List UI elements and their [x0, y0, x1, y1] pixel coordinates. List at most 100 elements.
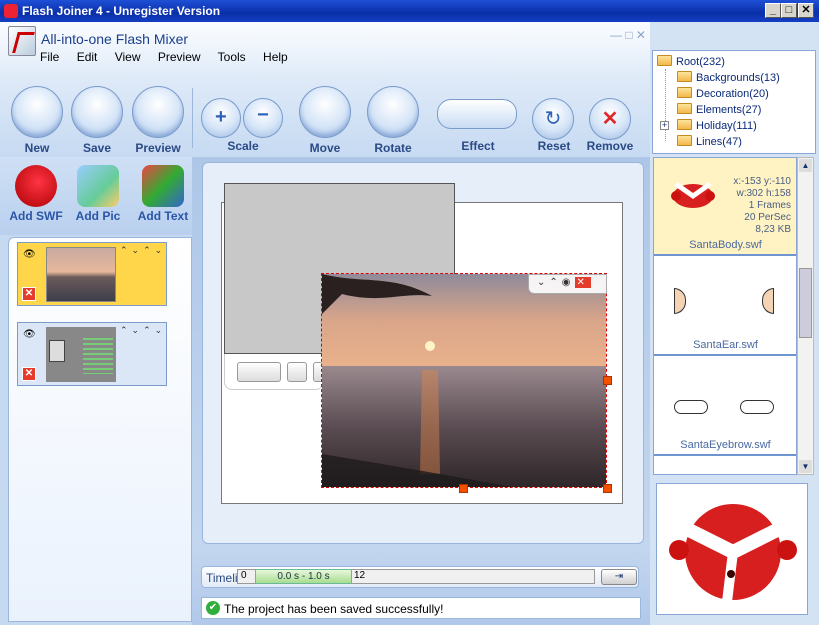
object-tools: ⌄⌃◉ ✕ — [528, 274, 607, 294]
minus-icon: − — [257, 104, 269, 126]
tree-node-decoration[interactable]: Decoration(20) — [677, 87, 769, 100]
tree-line — [665, 69, 666, 141]
control-button[interactable] — [237, 362, 281, 382]
folder-icon — [677, 71, 692, 82]
status-message: The project has been saved successfully! — [224, 602, 444, 616]
app-logo — [8, 26, 36, 56]
maximize-button[interactable]: □ — [781, 3, 797, 18]
move-icon — [299, 86, 351, 138]
gray-object-controls — [224, 354, 324, 390]
resize-handle-corner[interactable] — [603, 484, 612, 493]
library-item[interactable]: SantaEar.swf — [654, 258, 796, 356]
control-button[interactable] — [287, 362, 307, 382]
mdi-controls[interactable]: — □ ✕ — [610, 28, 646, 42]
add-text-button[interactable]: Add Text — [132, 165, 194, 223]
divider — [192, 88, 193, 148]
preview-button[interactable]: Preview — [128, 86, 188, 155]
folder-icon — [677, 87, 692, 98]
eye-icon[interactable]: 👁 — [23, 329, 36, 340]
library-tree: Root(232) Backgrounds(13) Decoration(20)… — [652, 50, 816, 154]
menu-tools[interactable]: Tools — [218, 50, 246, 64]
refresh-icon: ↻ — [544, 108, 562, 130]
add-toolbar: Add SWF Add Pic Add Text — [0, 157, 192, 235]
library-list: x:-153 y:-110 w:302 h:158 1 Frames 20 Pe… — [653, 157, 797, 475]
app-subtitle: All-into-one Flash Mixer — [41, 31, 189, 47]
eye-icon[interactable]: 👁 — [23, 249, 36, 260]
window-title: Flash Joiner 4 - Unregister Version — [22, 4, 221, 18]
add-swf-button[interactable]: Add SWF — [5, 165, 67, 223]
menu-edit[interactable]: Edit — [77, 50, 98, 64]
picture-icon — [77, 165, 119, 207]
eye-icon[interactable]: ◉ — [562, 277, 575, 288]
library-item-name: SantaEar.swf — [693, 339, 758, 351]
remove-button[interactable]: ✕ — [589, 98, 631, 140]
sunset-photo[interactable] — [321, 273, 607, 488]
library-item-name: SantaBody.swf — [689, 239, 762, 251]
timeline-end-button[interactable]: ⇥ — [601, 569, 637, 585]
menu-file[interactable]: File — [40, 50, 59, 64]
menu-preview[interactable]: Preview — [158, 50, 201, 64]
delete-layer-icon[interactable]: ✕ — [22, 367, 36, 381]
x-icon: ✕ — [601, 108, 619, 130]
folder-icon — [677, 135, 692, 146]
status-bar: ✔ The project has been saved successfull… — [201, 597, 641, 619]
tree-node-backgrounds[interactable]: Backgrounds(13) — [677, 71, 780, 84]
scroll-up-icon[interactable]: ▲ — [799, 159, 812, 172]
delete-layer-icon[interactable]: ✕ — [22, 287, 36, 301]
new-button[interactable]: New — [7, 86, 67, 155]
reset-button[interactable]: ↻ — [532, 98, 574, 140]
save-button[interactable]: Save — [67, 86, 127, 155]
resize-handle-right[interactable] — [603, 376, 612, 385]
layer-thumbnail — [46, 247, 116, 302]
magnifier-icon — [132, 86, 184, 138]
move-button[interactable]: Move — [295, 86, 355, 155]
layer-order-icons[interactable]: ⌃⌄⌃⌄ — [120, 325, 166, 336]
layer-item[interactable]: 👁 ⌃⌄⌃⌄ ✕ — [17, 242, 167, 306]
library-item[interactable]: x:-153 y:-110 w:302 h:158 1 Frames 20 Pe… — [654, 158, 796, 256]
effect-label: Effect — [461, 139, 495, 153]
santa-ear-thumbnail — [674, 272, 774, 336]
layer-item[interactable]: 👁 ⌃⌄⌃⌄ ✕ — [17, 322, 167, 386]
timeline-clip[interactable]: 0.0 s - 1.0 s — [255, 569, 352, 584]
new-icon — [11, 86, 63, 138]
menu-bar: File Edit View Preview Tools Help — [40, 50, 302, 64]
santa-preview — [669, 504, 797, 603]
library-item[interactable]: SantaEyebrow.swf — [654, 358, 796, 456]
folder-icon — [677, 103, 692, 114]
add-pic-button[interactable]: Add Pic — [67, 165, 129, 223]
resize-handle-bottom[interactable] — [459, 484, 468, 493]
rotate-button[interactable]: Rotate — [363, 86, 423, 155]
layer-order-icons[interactable]: ⌃⌄⌃⌄ — [120, 245, 166, 256]
layer-list: 👁 ⌃⌄⌃⌄ ✕ 👁 ⌃⌄⌃⌄ ✕ — [8, 237, 192, 622]
tree-node-elements[interactable]: Elements(27) — [677, 103, 761, 116]
app-icon — [4, 4, 18, 18]
arrow-right-icon: ⇥ — [614, 571, 624, 582]
library-scrollbar[interactable]: ▲ ▼ — [797, 157, 814, 475]
folder-icon — [657, 55, 672, 66]
menu-view[interactable]: View — [115, 50, 141, 64]
tree-node-lines[interactable]: Lines(47) — [677, 135, 742, 148]
scroll-down-icon[interactable]: ▼ — [799, 460, 812, 473]
menu-help[interactable]: Help — [263, 50, 288, 64]
expand-icon[interactable]: + — [660, 121, 669, 130]
tree-node-root[interactable]: Root(232) — [657, 55, 725, 68]
effect-button[interactable] — [437, 99, 517, 129]
delete-icon[interactable]: ✕ — [574, 277, 591, 288]
preview-pane — [656, 483, 808, 615]
timeline-start: 0 — [241, 570, 247, 581]
check-icon: ✔ — [206, 601, 220, 615]
scale-label: Scale — [227, 139, 259, 153]
tree-node-holiday[interactable]: Holiday(111) — [677, 119, 757, 132]
window-titlebar: Flash Joiner 4 - Unregister Version — [0, 0, 819, 22]
close-button[interactable]: ✕ — [798, 3, 814, 18]
santa-body-thumbnail — [668, 174, 718, 208]
scroll-thumb[interactable] — [799, 268, 812, 338]
timeline-end: 12 — [354, 570, 366, 581]
folder-icon — [677, 119, 692, 130]
minimize-button[interactable]: _ — [765, 3, 781, 18]
move-up-icon[interactable]: ⌃ — [549, 277, 561, 288]
save-icon — [71, 86, 123, 138]
library-item-name: SantaEyebrow.swf — [680, 439, 771, 451]
move-down-icon[interactable]: ⌄ — [537, 277, 549, 288]
reset-label: Reset — [537, 139, 571, 153]
